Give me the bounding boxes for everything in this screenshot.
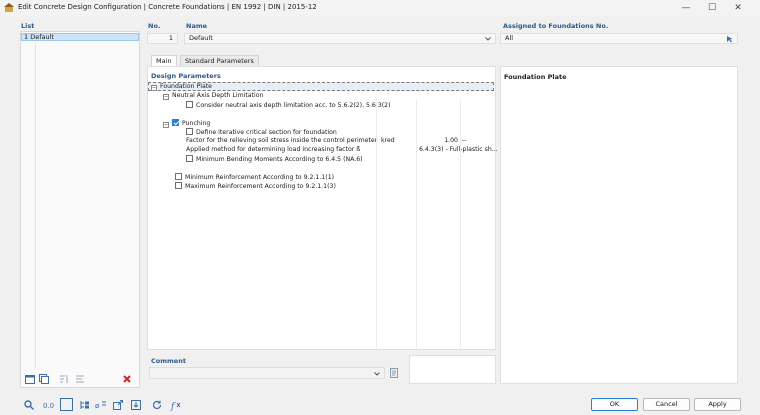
design-parameters-header: Design Parameters (151, 72, 221, 80)
comment-field[interactable] (149, 367, 385, 379)
list-item-label: 1 Default (24, 33, 54, 41)
info-panel-header: Foundation Plate (504, 73, 567, 81)
assigned-label: Assigned to Foundations No. (503, 22, 609, 30)
assigned-field[interactable]: All (500, 33, 738, 44)
no-label: No. (148, 22, 161, 30)
neutral-axis-node[interactable]: − Neutral Axis Depth Limitation (163, 92, 263, 100)
column-divider (376, 99, 377, 349)
parameters-icon[interactable]: ø (95, 399, 107, 411)
collapse-icon[interactable]: − (151, 85, 157, 91)
window-title: Edit Concrete Design Configuration | Con… (18, 3, 317, 11)
neutral-axis-option[interactable]: Consider neutral axis depth limitation a… (186, 101, 391, 109)
svg-text:0.0: 0.0 (43, 402, 54, 410)
applied-method-value[interactable]: 6.4.3(3) - Full-plastic sh... (419, 146, 498, 154)
neutral-axis-option-label: Consider neutral axis depth limitation a… (196, 102, 391, 109)
title-bar: Edit Concrete Design Configuration | Con… (0, 0, 760, 16)
min-bending-option[interactable]: Minimum Bending Moments According to 6.4… (186, 155, 363, 163)
minimize-button[interactable]: — (676, 2, 696, 14)
collapse-icon[interactable]: − (163, 122, 169, 128)
reset-icon[interactable] (151, 399, 163, 411)
tab-main[interactable]: Main (151, 55, 177, 66)
name-value: Default (189, 34, 213, 42)
foundation-plate-label: Foundation Plate (160, 83, 212, 90)
max-reinforcement-option[interactable]: Maximum Reinforcement According to 9.2.1… (175, 182, 336, 190)
factor-unit: -- (462, 137, 467, 144)
list-item[interactable]: 1 Default (21, 33, 139, 41)
assigned-value: All (505, 34, 514, 42)
define-iterative-label: Define iterative critical section for fo… (196, 129, 337, 136)
apply-button[interactable]: Apply (694, 398, 741, 411)
search-icon[interactable] (23, 399, 35, 411)
new-item-icon[interactable] (24, 373, 36, 385)
maximize-button[interactable]: ☐ (702, 2, 722, 14)
comment-preview-box (409, 355, 496, 384)
min-bending-label: Minimum Bending Moments According to 6.4… (196, 156, 363, 163)
factor-row: Factor for the relieving soil stress ins… (186, 137, 377, 145)
view-toggle-icon[interactable] (60, 398, 73, 411)
pick-cursor-icon[interactable] (726, 35, 734, 43)
svg-text:ø: ø (95, 402, 100, 410)
punching-checkbox[interactable] (172, 119, 179, 126)
comment-label: Comment (151, 357, 186, 365)
min-reinforcement-label: Minimum Reinforcement According to 9.2.1… (185, 174, 335, 181)
chevron-down-icon[interactable] (374, 371, 380, 377)
sort-icon[interactable] (58, 373, 70, 385)
tree-view-icon[interactable] (79, 399, 91, 411)
punching-node[interactable]: − Punching (163, 119, 211, 128)
list-panel (20, 31, 140, 388)
delete-icon[interactable] (121, 373, 133, 385)
ok-button[interactable]: OK (591, 398, 638, 411)
filter-icon[interactable] (74, 373, 86, 385)
min-bending-checkbox[interactable] (186, 155, 193, 162)
info-panel (500, 66, 738, 384)
cancel-button[interactable]: Cancel (643, 398, 690, 411)
comment-edit-icon[interactable] (388, 367, 400, 379)
max-reinforcement-label: Maximum Reinforcement According to 9.2.1… (185, 183, 336, 190)
min-reinforcement-option[interactable]: Minimum Reinforcement According to 9.2.1… (175, 173, 334, 181)
foundation-plate-node[interactable]: − Foundation Plate (151, 83, 212, 91)
units-icon[interactable]: 0.0 (42, 399, 54, 411)
min-reinforcement-checkbox[interactable] (175, 173, 182, 180)
define-iterative-checkbox[interactable] (186, 128, 193, 135)
factor-label: Factor for the relieving soil stress ins… (186, 137, 378, 144)
app-icon (4, 3, 14, 12)
chevron-down-icon[interactable] (485, 36, 491, 42)
column-divider (460, 99, 461, 349)
import-icon[interactable] (130, 399, 142, 411)
list-tree-guide (22, 43, 36, 369)
factor-value[interactable]: 1.00 (432, 137, 458, 145)
close-window-button[interactable]: ✕ (728, 2, 748, 14)
define-iterative-option[interactable]: Define iterative critical section for fo… (186, 128, 337, 136)
factor-symbol: kred (381, 137, 395, 144)
neutral-axis-label: Neutral Axis Depth Limitation (172, 92, 264, 99)
column-divider (416, 99, 417, 349)
punching-label: Punching (182, 120, 211, 127)
list-header: List (21, 22, 35, 30)
svg-text:f: f (170, 402, 176, 411)
applied-method-row: Applied method for determining load incr… (186, 146, 360, 154)
function-icon[interactable]: f (170, 399, 182, 412)
tab-standard-parameters[interactable]: Standard Parameters (180, 55, 259, 66)
no-field: 1 (147, 33, 178, 44)
applied-method-label: Applied method for determining load incr… (186, 146, 361, 153)
copy-item-icon[interactable] (38, 373, 50, 385)
collapse-icon[interactable]: − (163, 94, 169, 100)
export-icon[interactable] (112, 399, 124, 411)
name-label: Name (186, 22, 208, 30)
neutral-axis-checkbox[interactable] (186, 101, 193, 108)
name-field[interactable]: Default (184, 33, 496, 44)
max-reinforcement-checkbox[interactable] (175, 182, 182, 189)
